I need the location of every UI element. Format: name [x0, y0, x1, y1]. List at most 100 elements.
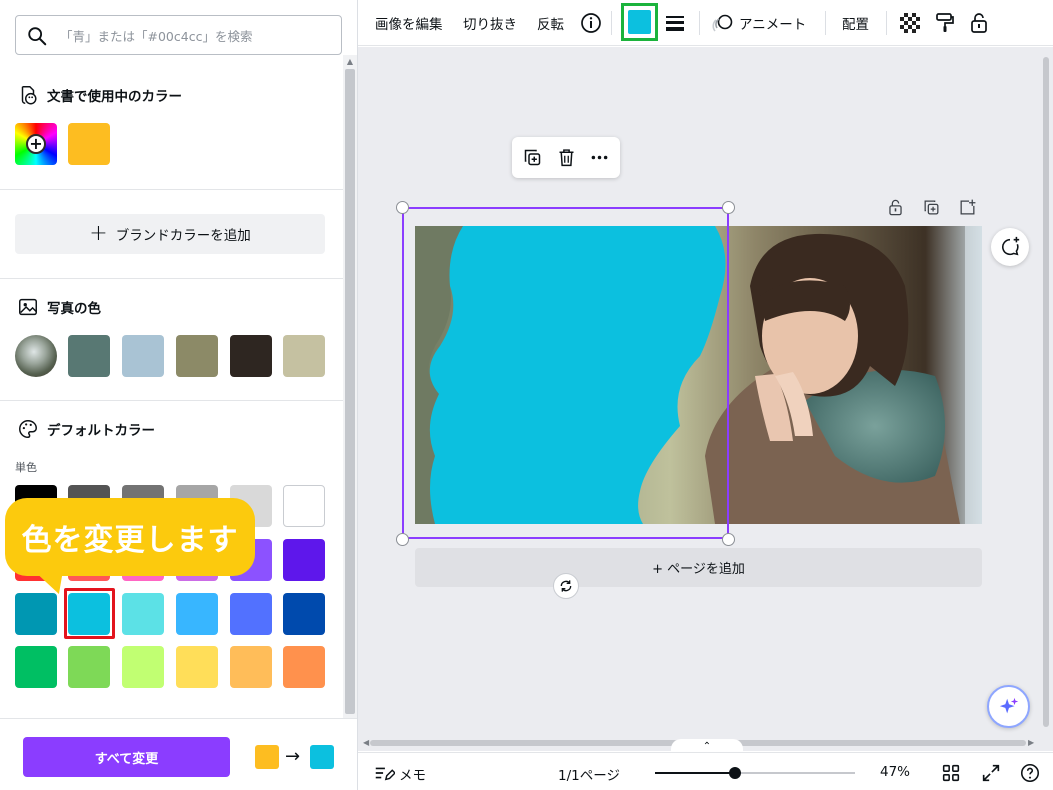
- line-weight-icon[interactable]: [663, 11, 687, 35]
- animate-button[interactable]: アニメート: [739, 13, 806, 33]
- edit-image-button[interactable]: 画像を編集: [375, 13, 443, 33]
- default-color-swatch[interactable]: [68, 646, 110, 688]
- default-color-swatch[interactable]: [230, 593, 272, 635]
- default-color-swatch[interactable]: [283, 646, 325, 688]
- image-icon: [19, 298, 37, 316]
- toolbar-divider: [611, 11, 612, 35]
- editor-toolbar: 画像を編集 切り抜き 反転 アニメート 配置: [358, 0, 1053, 46]
- default-color-swatch[interactable]: [15, 646, 57, 688]
- page-lock-icon[interactable]: [886, 198, 905, 217]
- flip-button[interactable]: 反転: [537, 13, 564, 33]
- animate-icon[interactable]: [711, 11, 735, 35]
- replace-colors-footer: すべて変更 →: [0, 718, 357, 790]
- default-color-swatch[interactable]: [176, 593, 218, 635]
- default-color-swatch[interactable]: [283, 485, 325, 527]
- add-color-plus-icon: +: [26, 134, 46, 154]
- panel-scrollbar[interactable]: ▲: [343, 55, 357, 720]
- crop-button[interactable]: 切り抜き: [463, 13, 517, 33]
- plus-icon: +: [89, 221, 108, 246]
- scroll-right-arrow-icon[interactable]: ▶: [1028, 736, 1034, 750]
- to-color-swatch: [310, 745, 334, 769]
- bottom-bar: メモ 1/1ページ 47%: [358, 752, 1053, 790]
- default-color-swatch[interactable]: [230, 646, 272, 688]
- selection-box: [402, 207, 729, 539]
- resize-handle-bottom-right[interactable]: [722, 533, 735, 546]
- page-duplicate-icon[interactable]: [922, 198, 941, 217]
- default-color-swatch[interactable]: [122, 646, 164, 688]
- change-all-button[interactable]: すべて変更: [23, 737, 230, 777]
- default-color-swatch[interactable]: [122, 593, 164, 635]
- divider: [0, 400, 343, 401]
- color-search-box[interactable]: [15, 15, 342, 55]
- canvas-vertical-scroll-thumb[interactable]: [1043, 57, 1049, 727]
- toolbar-divider: [699, 11, 700, 35]
- search-icon: [28, 27, 47, 46]
- photo-color-swatch[interactable]: [68, 335, 110, 377]
- default-color-swatch[interactable]: [15, 593, 57, 635]
- show-pages-toggle[interactable]: ⌃: [671, 739, 743, 753]
- zoom-slider[interactable]: [655, 772, 855, 774]
- zoom-level[interactable]: 47%: [880, 764, 910, 780]
- sparkle-icon: [999, 697, 1018, 713]
- more-options-icon[interactable]: [589, 147, 610, 168]
- photo-color-swatch[interactable]: [176, 335, 218, 377]
- duplicate-icon[interactable]: [522, 147, 543, 168]
- magic-assistant-button[interactable]: [987, 685, 1030, 728]
- element-context-toolbar: [512, 137, 620, 178]
- scroll-up-arrow-icon[interactable]: ▲: [343, 55, 357, 69]
- solid-colors-label: 単色: [15, 461, 37, 474]
- photo-color-swatch[interactable]: [230, 335, 272, 377]
- paint-roller-icon[interactable]: [933, 11, 957, 35]
- default-color-swatch[interactable]: [283, 593, 325, 635]
- trash-icon[interactable]: [556, 147, 577, 168]
- shape-color-button[interactable]: [621, 3, 658, 41]
- notes-icon[interactable]: [373, 762, 395, 784]
- panel-scrollbar-thumb[interactable]: [345, 69, 355, 714]
- resize-handle-top-left[interactable]: [396, 201, 409, 214]
- photo-color-swatch[interactable]: [122, 335, 164, 377]
- position-button[interactable]: 配置: [842, 13, 869, 33]
- photo-colors-heading: 写真の色: [17, 296, 101, 318]
- color-search-input[interactable]: [60, 25, 330, 47]
- add-page-icon[interactable]: [958, 198, 977, 217]
- scroll-left-arrow-icon[interactable]: ◀: [363, 736, 369, 750]
- window-frame: [965, 226, 982, 524]
- zoom-slider-knob[interactable]: [729, 767, 741, 779]
- document-colors-heading: 文書で使用中のカラー: [17, 84, 182, 106]
- toolbar-divider: [825, 11, 826, 35]
- add-brand-color-button[interactable]: + ブランドカラーを追加: [15, 214, 325, 254]
- resize-handle-top-right[interactable]: [722, 201, 735, 214]
- default-color-swatch[interactable]: [283, 539, 325, 581]
- info-icon[interactable]: [579, 11, 603, 35]
- transparency-icon[interactable]: [900, 13, 920, 33]
- help-icon[interactable]: [1019, 762, 1041, 784]
- palette-document-icon: [21, 86, 37, 105]
- add-color-swatch[interactable]: +: [15, 123, 57, 165]
- photo-color-swatch[interactable]: [283, 335, 325, 377]
- color-panel: ▲ 文書で使用中のカラー + + ブランドカラーを追加 写真の色 デフォルトカラ…: [0, 0, 358, 790]
- canvas-vertical-scrollbar[interactable]: [1039, 47, 1053, 751]
- from-color-swatch: [255, 745, 279, 769]
- lock-icon[interactable]: [967, 11, 991, 35]
- divider: [0, 278, 343, 279]
- document-colors-title: 文書で使用中のカラー: [47, 89, 182, 105]
- photo-colors-title: 写真の色: [47, 301, 101, 317]
- default-color-swatch[interactable]: [176, 646, 218, 688]
- arrow-right-icon: →: [285, 746, 301, 767]
- page-indicator[interactable]: 1/1ページ: [558, 764, 620, 784]
- notes-button[interactable]: メモ: [399, 764, 426, 784]
- palette-icon: [19, 420, 37, 438]
- grid-view-icon[interactable]: [940, 762, 962, 784]
- add-page-button[interactable]: + ページを追加: [415, 548, 982, 587]
- callout-annotation: 色を変更します: [5, 498, 255, 576]
- fullscreen-icon[interactable]: [980, 762, 1002, 784]
- chevron-up-icon: ⌃: [702, 741, 712, 752]
- divider: [0, 189, 343, 190]
- resize-handle-bottom-left[interactable]: [396, 533, 409, 546]
- photo-thumbnail-swatch[interactable]: [15, 335, 57, 377]
- document-color-swatch[interactable]: [68, 123, 110, 165]
- toolbar-divider: [886, 11, 887, 35]
- add-comment-button[interactable]: [991, 228, 1029, 266]
- rotate-handle[interactable]: [553, 573, 579, 599]
- current-color-chip: [628, 10, 651, 34]
